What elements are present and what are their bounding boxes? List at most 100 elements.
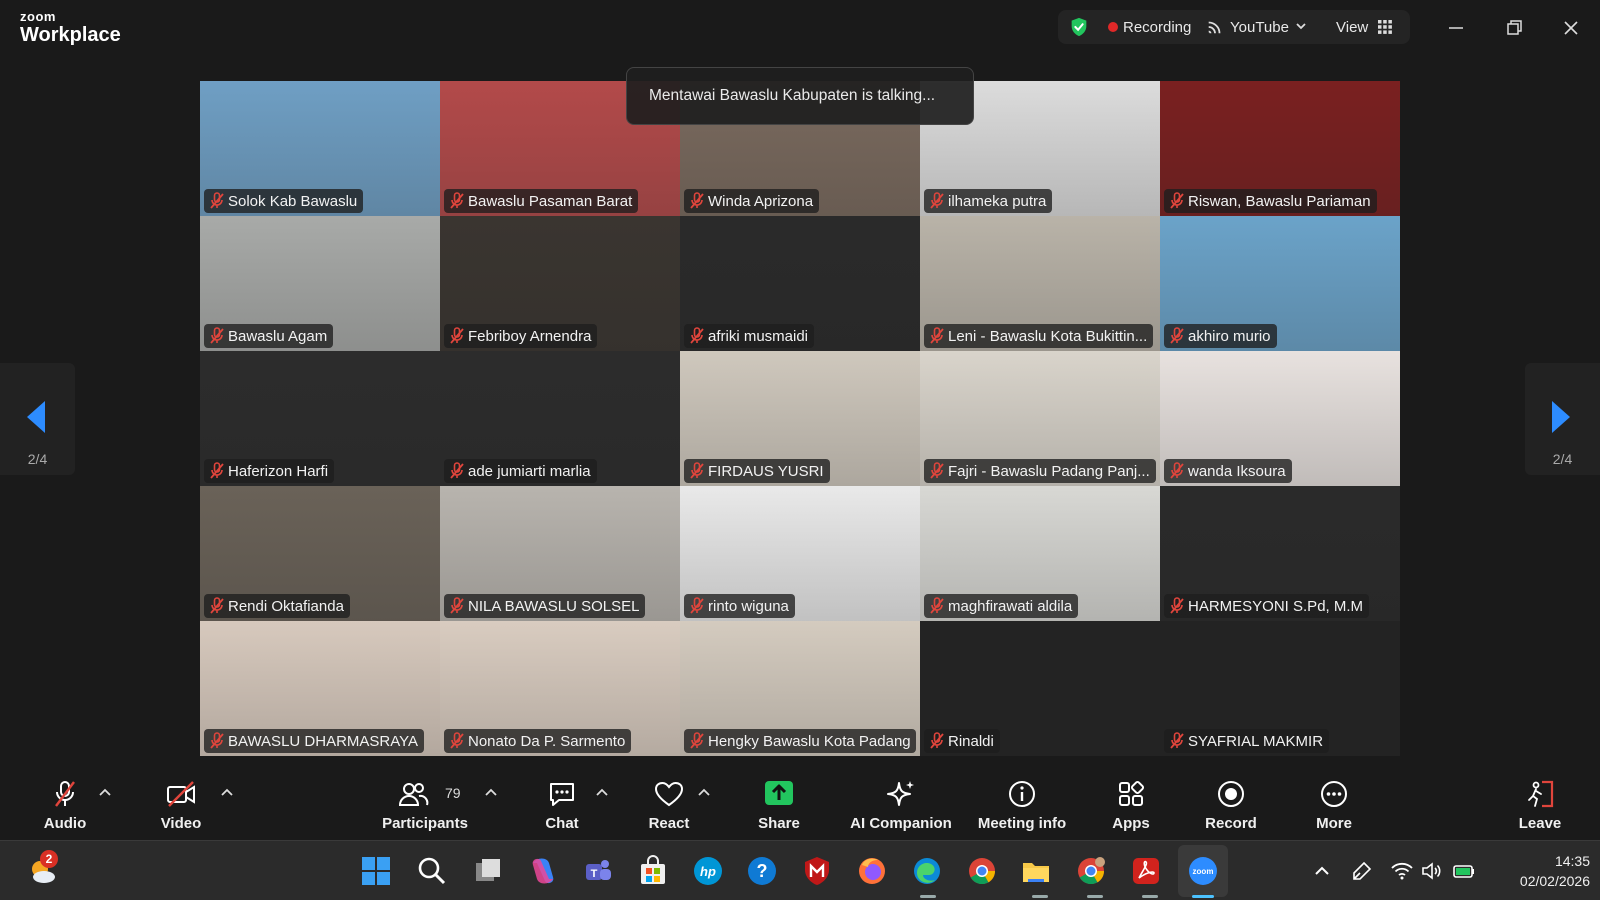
participant-tile[interactable]: Rendi Oktafianda — [200, 486, 440, 621]
pen-input-icon[interactable] — [1350, 859, 1374, 883]
share-button[interactable]: Share — [743, 767, 815, 840]
chat-options-caret-icon[interactable] — [595, 787, 609, 797]
audio-button[interactable]: Audio — [29, 767, 101, 840]
next-page-button[interactable]: 2/4 — [1525, 363, 1600, 475]
participant-name: BAWASLU DHARMASRAYA — [228, 732, 419, 750]
restore-icon[interactable] — [1500, 14, 1528, 42]
participant-name-tag: akhiro murio — [1164, 324, 1277, 348]
teams-icon[interactable]: T — [582, 855, 614, 887]
video-button[interactable]: Video — [145, 767, 217, 840]
leave-button[interactable]: Leave — [1505, 767, 1575, 840]
microphone-muted-icon — [450, 192, 464, 209]
participant-name-tag: afriki musmaidi — [684, 324, 815, 348]
participant-tile[interactable]: Hengky Bawaslu Kota Padang — [680, 621, 920, 756]
chrome-icon[interactable] — [966, 855, 998, 887]
view-button[interactable]: View — [1336, 19, 1368, 36]
participant-tile[interactable]: BAWASLU DHARMASRAYA — [200, 621, 440, 756]
audio-options-caret-icon[interactable] — [98, 787, 112, 797]
battery-icon[interactable] — [1452, 859, 1476, 883]
windows-start-icon[interactable] — [360, 855, 392, 887]
participant-tile[interactable]: maghfirawati aldila — [920, 486, 1160, 621]
participant-tile[interactable]: Solok Kab Bawaslu — [200, 81, 440, 216]
brand-top: zoom — [20, 9, 56, 24]
apps-button[interactable]: Apps — [1095, 767, 1167, 840]
previous-page-button[interactable]: 2/4 — [0, 363, 75, 475]
hp-icon[interactable]: hp — [692, 855, 724, 887]
acrobat-icon[interactable] — [1130, 855, 1162, 887]
chat-icon — [550, 783, 574, 806]
participant-name: Haferizon Harfi — [228, 462, 329, 480]
participant-name-tag: Nonato Da P. Sarmento — [444, 729, 632, 753]
close-icon[interactable] — [1557, 14, 1585, 42]
participant-tile[interactable]: Bawaslu Agam — [200, 216, 440, 351]
recording-label[interactable]: Recording — [1123, 19, 1191, 36]
task-view-icon[interactable] — [472, 855, 504, 887]
participant-name: akhiro murio — [1188, 327, 1271, 345]
help-icon[interactable]: ? — [746, 855, 778, 887]
wifi-icon[interactable] — [1390, 859, 1414, 883]
participant-tile[interactable]: Rinaldi — [920, 621, 1160, 756]
participant-name-tag: ade jumiarti marlia — [444, 459, 597, 483]
microphone-muted-icon — [690, 732, 704, 749]
participants-options-caret-icon[interactable] — [484, 787, 498, 797]
chat-button[interactable]: Chat — [528, 767, 596, 840]
participants-label: Participants — [382, 815, 468, 832]
chrome-profile-icon[interactable] — [1075, 855, 1107, 887]
participant-tile[interactable]: Leni - Bawaslu Kota Bukittin... — [920, 216, 1160, 351]
participant-tile[interactable]: FIRDAUS YUSRI — [680, 351, 920, 486]
participant-tile[interactable]: SYAFRIAL MAKMIR — [1160, 621, 1400, 756]
mcafee-icon[interactable] — [801, 855, 833, 887]
react-button[interactable]: React — [633, 767, 705, 840]
participants-button[interactable]: Participants — [375, 767, 475, 840]
react-options-caret-icon[interactable] — [697, 787, 711, 797]
chevron-up-icon[interactable] — [1310, 859, 1334, 883]
microphone-muted-icon — [930, 462, 944, 479]
participant-tile[interactable]: ade jumiarti marlia — [440, 351, 680, 486]
volume-icon[interactable] — [1420, 859, 1444, 883]
chat-label: Chat — [545, 815, 579, 832]
more-button[interactable]: More — [1298, 767, 1370, 840]
stream-label[interactable]: YouTube — [1230, 19, 1289, 36]
video-options-caret-icon[interactable] — [220, 787, 234, 797]
grid-view-icon[interactable] — [1378, 20, 1392, 34]
participant-tile[interactable]: Fajri - Bawaslu Padang Panj... — [920, 351, 1160, 486]
microsoft-store-icon[interactable] — [637, 855, 669, 887]
encryption-shield-icon[interactable] — [1068, 16, 1090, 38]
ai-companion-button[interactable]: AI Companion — [845, 767, 957, 840]
record-button[interactable]: Record — [1195, 767, 1267, 840]
system-clock[interactable]: 14:35 02/02/2026 — [1480, 851, 1590, 891]
firefox-icon[interactable] — [856, 855, 888, 887]
participant-tile[interactable]: Nonato Da P. Sarmento — [440, 621, 680, 756]
participant-tile[interactable]: NILA BAWASLU SOLSEL — [440, 486, 680, 621]
microphone-muted-icon — [930, 732, 944, 749]
zoom-app-icon[interactable]: zoom — [1187, 855, 1219, 887]
minimize-icon[interactable] — [1442, 14, 1470, 42]
participant-name-tag: Rendi Oktafianda — [204, 594, 350, 618]
participant-name-tag: HARMESYONI S.Pd, M.M — [1164, 594, 1370, 618]
participant-tile[interactable]: Haferizon Harfi — [200, 351, 440, 486]
participant-tile[interactable]: akhiro murio — [1160, 216, 1400, 351]
participant-name-tag: Bawaslu Agam — [204, 324, 334, 348]
edge-icon[interactable] — [911, 855, 943, 887]
search-icon[interactable] — [416, 855, 448, 887]
participant-tile[interactable]: HARMESYONI S.Pd, M.M — [1160, 486, 1400, 621]
participant-tile[interactable]: wanda Iksoura — [1160, 351, 1400, 486]
windows-taskbar: 2 T hp ? zoom 14:35 02/02/2026 — [0, 840, 1600, 900]
participant-name: Bawaslu Agam — [228, 327, 328, 345]
participant-tile[interactable]: Riswan, Bawaslu Pariaman — [1160, 81, 1400, 216]
info-icon — [1009, 781, 1035, 807]
file-explorer-icon[interactable] — [1020, 855, 1052, 887]
share-screen-icon — [765, 781, 793, 805]
participant-name-tag: rinto wiguna — [684, 594, 795, 618]
participant-tile[interactable]: rinto wiguna — [680, 486, 920, 621]
record-icon — [1218, 781, 1244, 807]
copilot-icon[interactable] — [527, 855, 559, 887]
participant-name-tag: SYAFRIAL MAKMIR — [1164, 729, 1330, 753]
participant-name: Riswan, Bawaslu Pariaman — [1188, 192, 1371, 210]
live-stream-icon — [1208, 21, 1221, 34]
chevron-down-icon[interactable] — [1294, 19, 1308, 33]
meeting-info-button[interactable]: Meeting info — [972, 767, 1072, 840]
participant-tile[interactable]: Febriboy Arnendra — [440, 216, 680, 351]
participants-icon — [398, 783, 429, 806]
participant-tile[interactable]: afriki musmaidi — [680, 216, 920, 351]
